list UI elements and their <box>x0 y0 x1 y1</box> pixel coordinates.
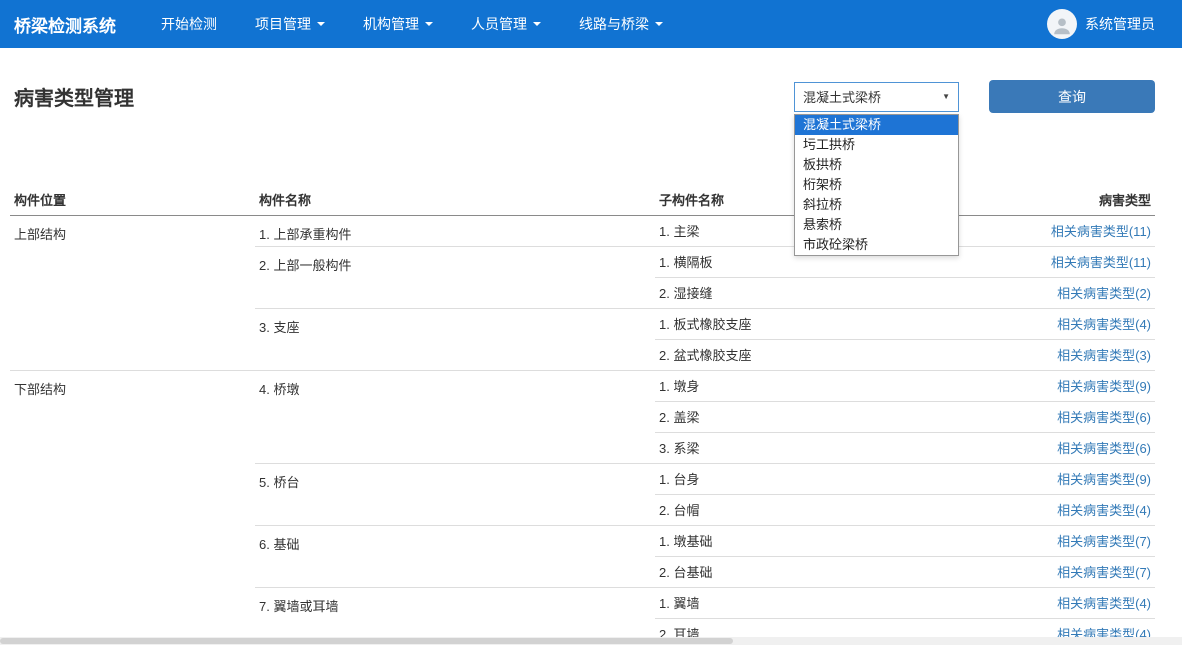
chevron-down-icon <box>655 22 663 26</box>
dropdown-option[interactable]: 圬工拱桥 <box>795 135 958 155</box>
disease-type-cell: 相关病害类型(9) <box>955 370 1155 401</box>
subcomponent-name-cell: 2. 盆式橡胶支座 <box>655 339 955 370</box>
component-name-cell: 3. 支座 <box>255 308 655 370</box>
subcomponent-name-cell: 1. 墩基础 <box>655 525 955 556</box>
disease-type-link[interactable]: 相关病害类型(6) <box>1057 441 1151 456</box>
subcomponent-name-cell: 3. 系梁 <box>655 432 955 463</box>
disease-type-table: 构件位置构件名称子构件名称病害类型 上部结构1. 上部承重构件1. 主梁相关病害… <box>10 185 1155 645</box>
bridge-type-dropdown-list: 混凝土式梁桥圬工拱桥板拱桥桁架桥斜拉桥悬索桥市政砼梁桥 <box>794 114 959 256</box>
component-location-cell: 下部结构 <box>10 370 255 645</box>
nav-item-start-inspection[interactable]: 开始检测 <box>142 0 236 48</box>
disease-type-link[interactable]: 相关病害类型(4) <box>1057 317 1151 332</box>
disease-type-cell: 相关病害类型(6) <box>955 432 1155 463</box>
component-name-cell: 1. 上部承重构件 <box>255 215 655 246</box>
dropdown-option[interactable]: 桁架桥 <box>795 175 958 195</box>
subcomponent-name-cell: 1. 墩身 <box>655 370 955 401</box>
subcomponent-name-cell: 2. 盖梁 <box>655 401 955 432</box>
nav-item-lines-and-bridges[interactable]: 线路与桥梁 <box>560 0 682 48</box>
disease-type-cell: 相关病害类型(3) <box>955 339 1155 370</box>
nav-item-label: 线路与桥梁 <box>579 14 649 34</box>
disease-type-cell: 相关病害类型(4) <box>955 308 1155 339</box>
disease-type-link[interactable]: 相关病害类型(3) <box>1057 348 1151 363</box>
nav-item-label: 项目管理 <box>255 14 311 34</box>
component-location-cell: 上部结构 <box>10 215 255 370</box>
component-name-cell: 5. 桥台 <box>255 463 655 525</box>
disease-type-cell: 相关病害类型(11) <box>955 215 1155 246</box>
dropdown-option[interactable]: 市政砼梁桥 <box>795 235 958 255</box>
disease-type-cell: 相关病害类型(7) <box>955 525 1155 556</box>
component-name-cell: 6. 基础 <box>255 525 655 587</box>
disease-type-link[interactable]: 相关病害类型(7) <box>1057 534 1151 549</box>
nav-item-personnel-management[interactable]: 人员管理 <box>452 0 560 48</box>
app-brand[interactable]: 桥梁检测系统 <box>14 12 116 37</box>
bridge-type-select-wrap: 混凝土式梁桥 ▼ 混凝土式梁桥圬工拱桥板拱桥桁架桥斜拉桥悬索桥市政砼梁桥 <box>794 82 959 112</box>
filter-bar: 病害类型管理 混凝土式梁桥 ▼ 混凝土式梁桥圬工拱桥板拱桥桁架桥斜拉桥悬索桥市政… <box>10 80 1155 113</box>
main-content: 病害类型管理 混凝土式梁桥 ▼ 混凝土式梁桥圬工拱桥板拱桥桁架桥斜拉桥悬索桥市政… <box>0 80 1182 645</box>
subcomponent-name-cell: 2. 台基础 <box>655 556 955 587</box>
subcomponent-name-cell: 2. 台帽 <box>655 494 955 525</box>
subcomponent-name-cell: 1. 翼墙 <box>655 587 955 618</box>
chevron-down-icon <box>425 22 433 26</box>
nav-item-organization-management[interactable]: 机构管理 <box>344 0 452 48</box>
avatar <box>1047 9 1077 39</box>
subcomponent-name-cell: 1. 板式橡胶支座 <box>655 308 955 339</box>
disease-type-link[interactable]: 相关病害类型(11) <box>1051 224 1151 239</box>
disease-type-cell: 相关病害类型(6) <box>955 401 1155 432</box>
disease-type-cell: 相关病害类型(9) <box>955 463 1155 494</box>
subcomponent-name-cell: 2. 湿接缝 <box>655 277 955 308</box>
user-icon <box>1051 15 1073 37</box>
chevron-down-icon <box>533 22 541 26</box>
bridge-type-selected-value: 混凝土式梁桥 <box>803 87 881 106</box>
component-name-cell: 2. 上部一般构件 <box>255 246 655 308</box>
disease-type-link[interactable]: 相关病害类型(11) <box>1051 255 1151 270</box>
disease-type-cell: 相关病害类型(2) <box>955 277 1155 308</box>
nav-item-project-management[interactable]: 项目管理 <box>236 0 344 48</box>
query-button[interactable]: 查询 <box>989 80 1155 113</box>
dropdown-option[interactable]: 混凝土式梁桥 <box>795 115 958 135</box>
dropdown-arrow-icon: ▼ <box>942 92 950 101</box>
table-body: 上部结构1. 上部承重构件1. 主梁相关病害类型(11)2. 上部一般构件1. … <box>10 215 1155 645</box>
table-row: 下部结构4. 桥墩1. 墩身相关病害类型(9) <box>10 370 1155 401</box>
column-header: 构件名称 <box>255 185 655 215</box>
disease-type-link[interactable]: 相关病害类型(6) <box>1057 410 1151 425</box>
bridge-type-select[interactable]: 混凝土式梁桥 ▼ <box>794 82 959 112</box>
dropdown-option[interactable]: 悬索桥 <box>795 215 958 235</box>
component-name-cell: 4. 桥墩 <box>255 370 655 463</box>
user-name: 系统管理员 <box>1085 14 1155 34</box>
disease-type-link[interactable]: 相关病害类型(4) <box>1057 503 1151 518</box>
nav-items: 开始检测 项目管理 机构管理 人员管理 线路与桥梁 <box>142 0 682 48</box>
table-row: 上部结构1. 上部承重构件1. 主梁相关病害类型(11) <box>10 215 1155 246</box>
disease-type-link[interactable]: 相关病害类型(9) <box>1057 472 1151 487</box>
dropdown-option[interactable]: 斜拉桥 <box>795 195 958 215</box>
disease-type-cell: 相关病害类型(4) <box>955 587 1155 618</box>
horizontal-scrollbar-thumb[interactable] <box>0 638 733 644</box>
horizontal-scrollbar[interactable] <box>0 637 1182 645</box>
column-header: 病害类型 <box>955 185 1155 215</box>
column-header: 构件位置 <box>10 185 255 215</box>
user-menu[interactable]: 系统管理员 <box>1047 9 1155 39</box>
disease-type-cell: 相关病害类型(4) <box>955 494 1155 525</box>
subcomponent-name-cell: 1. 台身 <box>655 463 955 494</box>
chevron-down-icon <box>317 22 325 26</box>
nav-item-label: 机构管理 <box>363 14 419 34</box>
disease-type-link[interactable]: 相关病害类型(2) <box>1057 286 1151 301</box>
dropdown-option[interactable]: 板拱桥 <box>795 155 958 175</box>
disease-type-link[interactable]: 相关病害类型(4) <box>1057 596 1151 611</box>
top-navbar: 桥梁检测系统 开始检测 项目管理 机构管理 人员管理 线路与桥梁 系统管理员 <box>0 0 1182 48</box>
table-header-row: 构件位置构件名称子构件名称病害类型 <box>10 185 1155 215</box>
nav-item-label: 人员管理 <box>471 14 527 34</box>
disease-type-cell: 相关病害类型(11) <box>955 246 1155 277</box>
disease-type-link[interactable]: 相关病害类型(9) <box>1057 379 1151 394</box>
page-title: 病害类型管理 <box>10 82 794 111</box>
disease-type-link[interactable]: 相关病害类型(7) <box>1057 565 1151 580</box>
disease-type-cell: 相关病害类型(7) <box>955 556 1155 587</box>
nav-item-label: 开始检测 <box>161 14 217 34</box>
